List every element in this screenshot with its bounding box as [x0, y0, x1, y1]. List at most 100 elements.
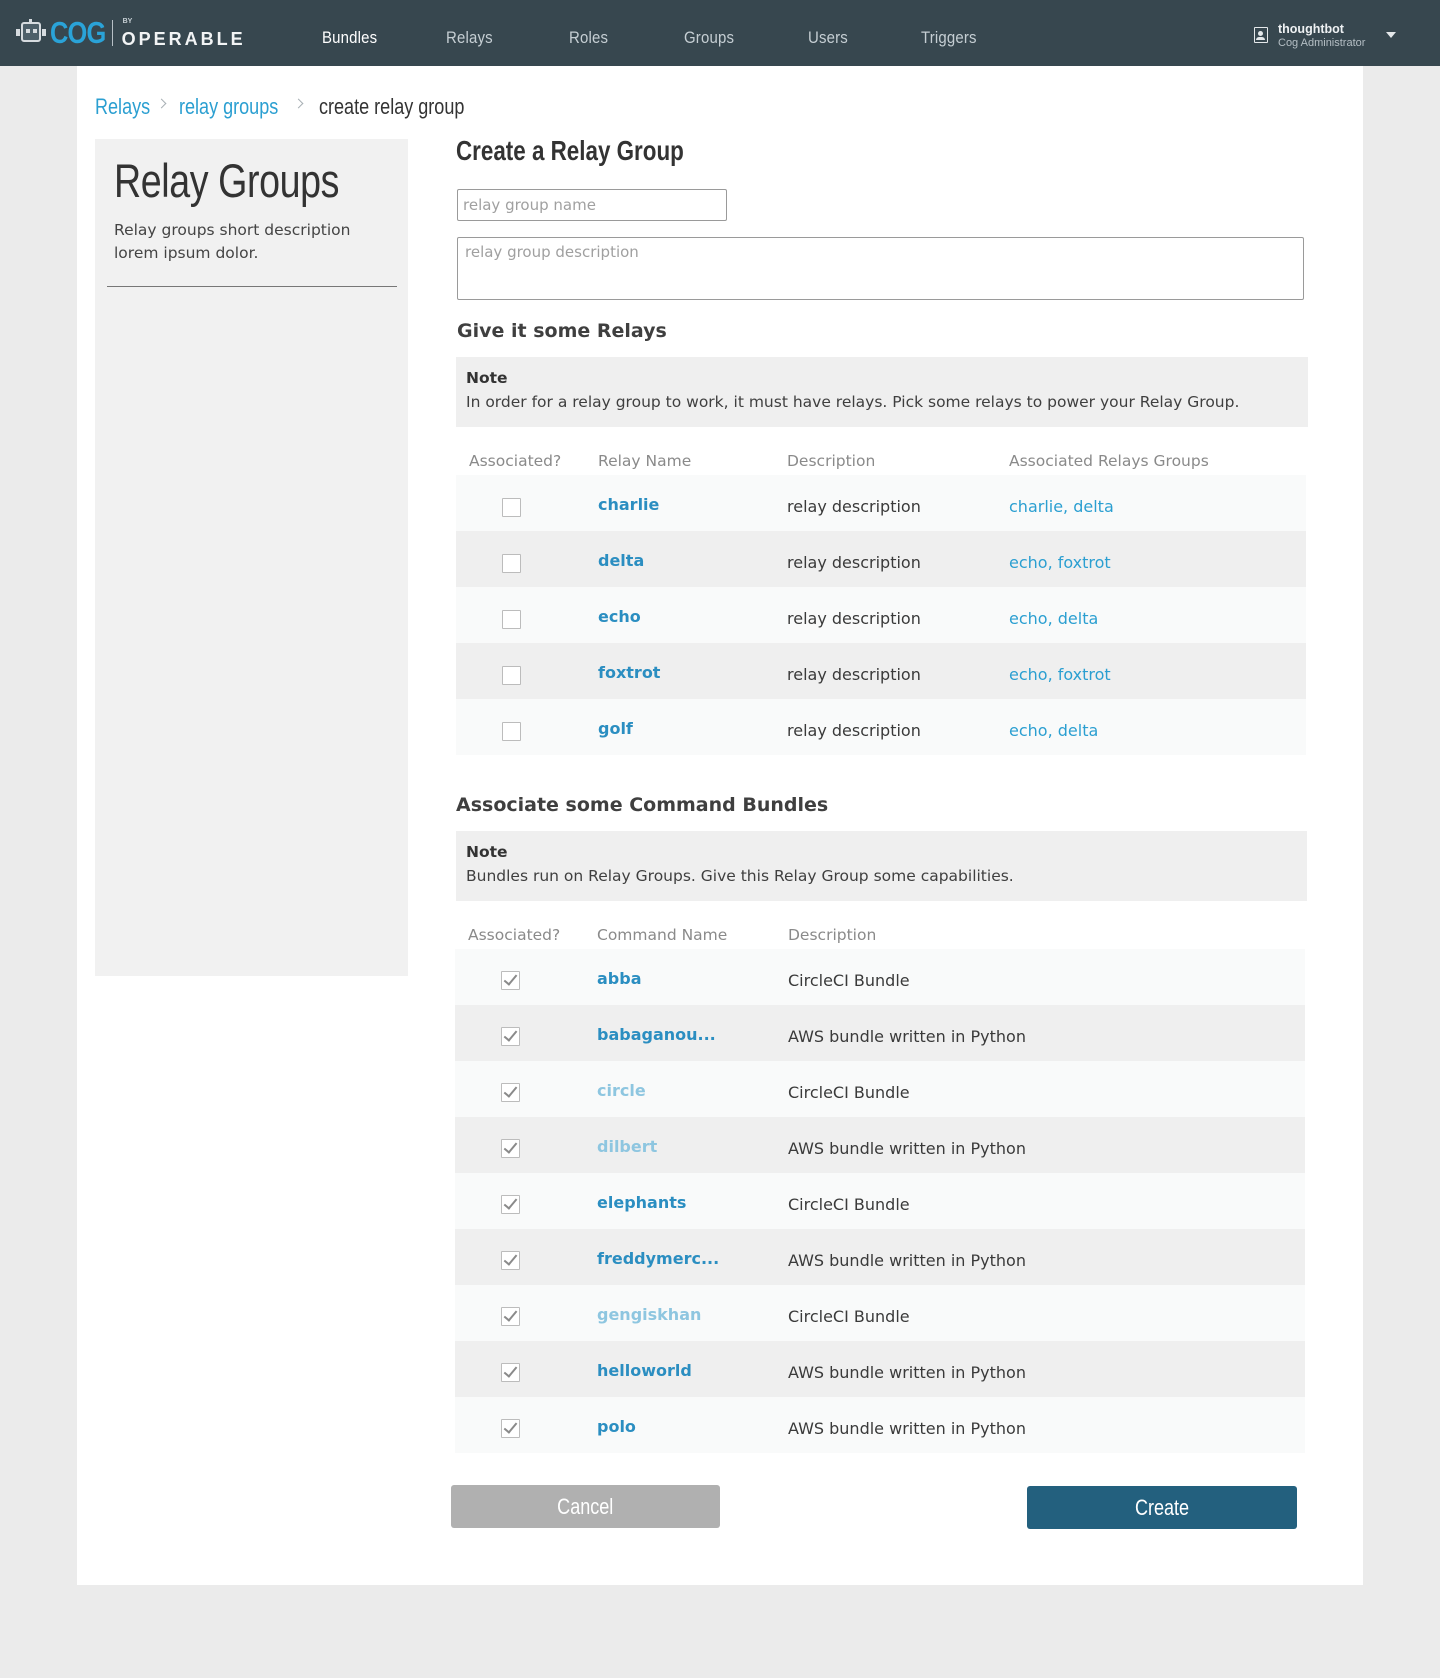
relay-group-name-input[interactable]: [457, 189, 727, 221]
page-title: Create a Relay Group: [456, 135, 684, 166]
bundle-name-link[interactable]: gengiskhan: [597, 1305, 701, 1324]
bundle-associated-checkbox[interactable]: [501, 971, 520, 990]
bundle-row: dilbert AWS bundle written in Python: [455, 1117, 1305, 1173]
relay-description: relay description: [787, 553, 921, 572]
relay-name-link[interactable]: foxtrot: [598, 663, 660, 682]
bundle-name-link[interactable]: babaganou...: [597, 1025, 716, 1044]
user-role: Cog Administrator: [1278, 37, 1366, 49]
relay-description: relay description: [787, 497, 921, 516]
bundle-name-link[interactable]: abba: [597, 969, 642, 988]
bundle-description: CircleCI Bundle: [788, 1083, 910, 1102]
caret-down-icon[interactable]: [1386, 32, 1396, 38]
column-description: Description: [787, 452, 876, 470]
bundle-associated-checkbox[interactable]: [501, 1195, 520, 1214]
cancel-button-label: Cancel: [557, 1493, 614, 1519]
relay-associated-checkbox[interactable]: [502, 610, 521, 629]
bundle-name-link[interactable]: freddymerc...: [597, 1249, 719, 1268]
user-profile-icon: [1254, 27, 1268, 43]
bundle-name-link[interactable]: dilbert: [597, 1137, 657, 1156]
relay-associated-checkbox[interactable]: [502, 666, 521, 685]
nav-bundles[interactable]: Bundles: [322, 28, 377, 48]
sidebar-description: Relay groups short description lorem ips…: [114, 221, 351, 262]
bundle-associated-checkbox[interactable]: [501, 1251, 520, 1270]
robot-logo-icon: [14, 19, 48, 47]
note-heading: Note: [466, 843, 508, 861]
relays-note: Note In order for a relay group to work,…: [456, 357, 1308, 427]
relay-row: foxtrot relay description echo, foxtrot: [456, 643, 1306, 699]
relay-groups-link[interactable]: echo, foxtrot: [1009, 553, 1111, 572]
note-body: In order for a relay group to work, it m…: [466, 393, 1240, 411]
bundle-name-link[interactable]: elephants: [597, 1193, 686, 1212]
breadcrumb-relay-groups[interactable]: relay groups: [179, 94, 278, 120]
bundle-name-link[interactable]: circle: [597, 1081, 646, 1100]
cancel-button[interactable]: Cancel: [451, 1485, 720, 1528]
column-description: Description: [788, 926, 877, 944]
logo-cog-text: COG: [50, 15, 106, 50]
bundle-row: helloworld AWS bundle written in Python: [455, 1341, 1305, 1397]
bundle-description: AWS bundle written in Python: [788, 1363, 1026, 1382]
column-associated-groups: Associated Relays Groups: [1009, 452, 1209, 470]
relay-name-link[interactable]: golf: [598, 719, 633, 738]
bundle-row: abba CircleCI Bundle: [455, 949, 1305, 1005]
bundle-description: CircleCI Bundle: [788, 1307, 910, 1326]
relay-associated-checkbox[interactable]: [502, 722, 521, 741]
column-associated: Associated?: [468, 926, 561, 944]
relays-section-title: Give it some Relays: [457, 320, 667, 342]
note-body: Bundles run on Relay Groups. Give this R…: [466, 867, 1014, 885]
breadcrumb-current: create relay group: [319, 94, 465, 119]
column-command-name: Command Name: [597, 926, 728, 944]
bundle-description: AWS bundle written in Python: [788, 1419, 1026, 1438]
relay-name-link[interactable]: echo: [598, 607, 641, 626]
breadcrumb-relays[interactable]: Relays: [95, 94, 150, 120]
logo-divider: [111, 20, 113, 46]
nav-triggers[interactable]: Triggers: [921, 28, 977, 48]
bundle-associated-checkbox[interactable]: [501, 1027, 520, 1046]
bundle-description: AWS bundle written in Python: [788, 1251, 1026, 1270]
relay-name-link[interactable]: delta: [598, 551, 644, 570]
bundle-associated-checkbox[interactable]: [501, 1083, 520, 1102]
logo-operable-text: OPERABLE: [121, 29, 246, 49]
bundle-row: gengiskhan CircleCI Bundle: [455, 1285, 1305, 1341]
relay-description: relay description: [787, 721, 921, 740]
nav-groups[interactable]: Groups: [684, 28, 734, 48]
bundle-associated-checkbox[interactable]: [501, 1419, 520, 1438]
sidebar-title: Relay Groups: [114, 154, 340, 207]
relay-name-link[interactable]: charlie: [598, 495, 659, 514]
bundles-section-title: Associate some Command Bundles: [456, 794, 829, 816]
relay-description: relay description: [787, 609, 921, 628]
relay-groups-link[interactable]: echo, delta: [1009, 721, 1098, 740]
bundle-row: polo AWS bundle written in Python: [455, 1397, 1305, 1453]
column-associated: Associated?: [469, 452, 562, 470]
nav-relays[interactable]: Relays: [446, 28, 493, 48]
create-button[interactable]: Create: [1027, 1486, 1297, 1529]
note-heading: Note: [466, 369, 508, 387]
relay-row: delta relay description echo, foxtrot: [456, 531, 1306, 587]
relay-group-description-input[interactable]: [457, 237, 1304, 300]
cog-logo[interactable]: COG BY OPERABLE: [14, 15, 249, 50]
bundle-associated-checkbox[interactable]: [501, 1307, 520, 1326]
user-name: thoughtbot: [1278, 22, 1344, 36]
nav-users[interactable]: Users: [808, 28, 848, 48]
sidebar: Relay Groups Relay groups short descript…: [95, 139, 408, 976]
sidebar-divider: [107, 286, 397, 287]
bundle-description: CircleCI Bundle: [788, 971, 910, 990]
bundle-description: AWS bundle written in Python: [788, 1139, 1026, 1158]
nav-roles[interactable]: Roles: [569, 28, 608, 48]
user-menu[interactable]: thoughtbot Cog Administrator: [1252, 22, 1402, 52]
relay-description: relay description: [787, 665, 921, 684]
relay-associated-checkbox[interactable]: [502, 554, 521, 573]
bundle-name-link[interactable]: polo: [597, 1417, 636, 1436]
relay-groups-link[interactable]: charlie, delta: [1009, 497, 1114, 516]
relay-row: echo relay description echo, delta: [456, 587, 1306, 643]
relay-groups-link[interactable]: echo, delta: [1009, 609, 1098, 628]
relay-associated-checkbox[interactable]: [502, 498, 521, 517]
relay-groups-link[interactable]: echo, foxtrot: [1009, 665, 1111, 684]
bundle-description: CircleCI Bundle: [788, 1195, 910, 1214]
column-relay-name: Relay Name: [598, 452, 692, 470]
bundle-name-link[interactable]: helloworld: [597, 1361, 692, 1380]
bundles-note: Note Bundles run on Relay Groups. Give t…: [456, 831, 1307, 901]
bundle-row: babaganou... AWS bundle written in Python: [455, 1005, 1305, 1061]
create-button-label: Create: [1134, 1494, 1190, 1520]
bundle-associated-checkbox[interactable]: [501, 1139, 520, 1158]
bundle-associated-checkbox[interactable]: [501, 1363, 520, 1382]
